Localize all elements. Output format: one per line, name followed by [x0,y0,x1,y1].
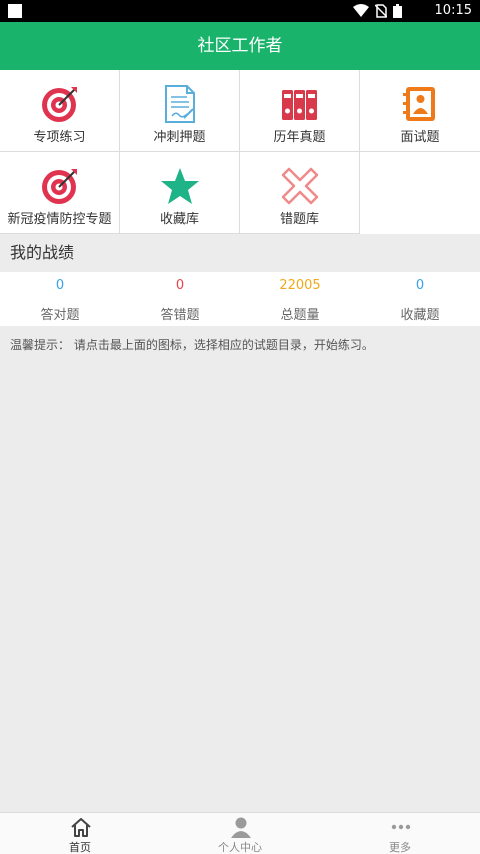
wrong-x-icon [281,167,319,205]
target-icon [42,87,77,122]
grid-item-sprint-questions[interactable]: 冲刺押题 [120,70,240,152]
stat-total[interactable]: 22005 总题量 [240,272,360,326]
stat-label: 收藏题 [400,308,440,323]
stat-value: 0 [55,278,65,293]
binders-icon [282,90,317,120]
stat-favorites[interactable]: 0 收藏题 [360,272,480,326]
target-icon [42,169,77,204]
clock: 10:15 [434,3,472,18]
grid-item-label: 专项练习 [33,130,86,145]
stats-panel: 0 答对题 0 答错题 22005 总题量 0 收藏题 [0,272,480,326]
no-sim-icon [375,4,387,18]
grid-item-label: 冲刺押题 [153,130,206,145]
notification-icon [8,4,22,18]
grid-item-label: 面试题 [400,130,440,145]
bottom-nav: 首页 个人中心 更多 [0,812,480,854]
grid-item-wrong-questions[interactable]: 错题库 [240,152,360,234]
nav-home[interactable]: 首页 [0,813,160,854]
stat-value: 0 [175,278,185,293]
grid-item-special-practice[interactable]: 专项练习 [0,70,120,152]
nav-label: 首页 [69,841,91,854]
grid-item-label: 新冠疫情防控专题 [7,212,112,227]
stat-wrong[interactable]: 0 答错题 [120,272,240,326]
star-icon [161,168,199,204]
stat-label: 总题量 [280,308,320,323]
home-icon [71,818,91,837]
battery-icon [393,4,402,18]
more-icon [391,824,411,830]
document-icon [165,85,195,123]
nav-label: 个人中心 [218,841,262,854]
grid-item-label: 收藏库 [159,212,199,227]
grid-item-interview[interactable]: 面试题 [360,70,480,152]
tip-text: 温馨提示： 请点击最上面的图标，选择相应的试题目录，开始练习。 [10,338,374,352]
grid-item-covid-topic[interactable]: 新冠疫情防控专题 [0,152,120,234]
person-icon [231,817,251,838]
stat-value: 0 [415,278,425,293]
nav-more[interactable]: 更多 [320,813,480,854]
stat-correct[interactable]: 0 答对题 [0,272,120,326]
nav-profile[interactable]: 个人中心 [160,813,320,854]
stat-label: 答对题 [40,308,80,323]
nav-label: 更多 [389,841,411,854]
category-grid: 专项练习 冲刺押题 历年真题 面试题 新冠疫情防控专题 收藏库 错题库 [0,70,480,234]
grid-item-label: 历年真题 [273,130,326,145]
stat-label: 答错题 [160,308,200,323]
status-bar: 10:15 [0,0,480,22]
grid-item-favorites[interactable]: 收藏库 [120,152,240,234]
contact-book-icon [403,87,435,121]
wifi-icon [353,4,369,17]
page-title: 社区工作者 [0,22,480,70]
system-icons [353,4,402,18]
stats-title: 我的战绩 [0,234,480,272]
grid-item-label: 错题库 [279,212,319,227]
grid-item-past-exams[interactable]: 历年真题 [240,70,360,152]
stat-value: 22005 [279,278,321,293]
